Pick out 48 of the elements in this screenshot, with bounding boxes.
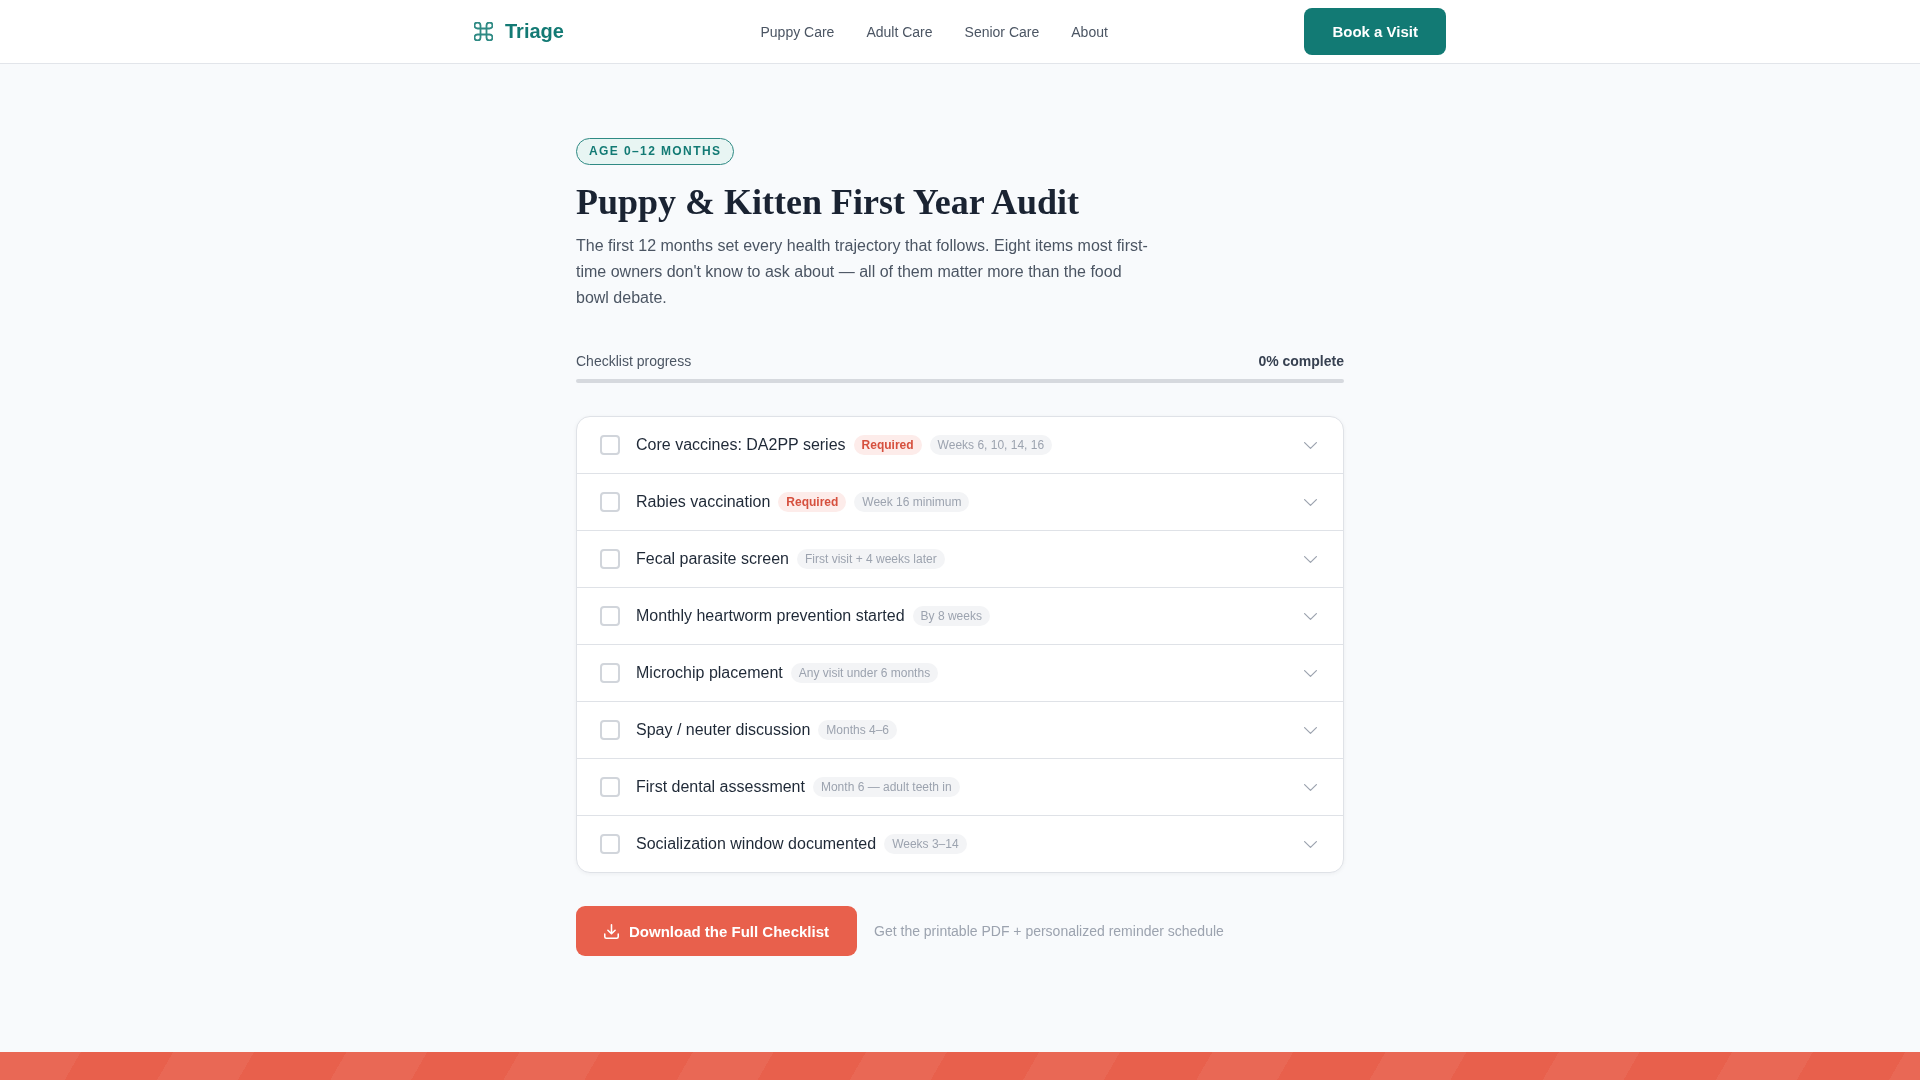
timing-tag: Months 4–6 — [818, 720, 898, 740]
timing-tag: Week 16 minimum — [854, 492, 970, 512]
checkbox[interactable] — [600, 549, 620, 569]
timing-tag: Weeks 3–14 — [884, 834, 967, 854]
nav-link[interactable]: Senior Care — [964, 23, 1040, 40]
progress-reading: 0% complete — [1258, 352, 1344, 371]
download-note: Get the printable PDF + personalized reminder schedule — [874, 923, 1224, 939]
book-visit-button[interactable]: Book a Visit — [1304, 8, 1446, 55]
checklist-item-title: Core vaccines: DA2PP series — [636, 436, 846, 454]
timing-tag: By 8 weeks — [912, 606, 990, 626]
required-tag: Required — [853, 435, 922, 455]
checklist-item-title: Spay / neuter discussion — [636, 721, 811, 739]
chevron-down-icon[interactable] — [1304, 441, 1317, 449]
timing-tag: Any visit under 6 months — [790, 663, 939, 683]
nav-link[interactable]: Adult Care — [866, 23, 933, 40]
age-badge: AGE 0–12 MONTHS — [576, 138, 735, 165]
checklist-item-title: Rabies vaccination — [636, 493, 771, 511]
checklist-item-title: First dental assessment — [636, 778, 805, 796]
checklist-item-title: Socialization window documented — [636, 835, 877, 853]
looped-cross-icon — [474, 22, 493, 41]
chevron-down-icon[interactable] — [1304, 669, 1317, 677]
chevron-down-icon[interactable] — [1304, 726, 1317, 734]
checkbox[interactable] — [600, 663, 620, 683]
checkbox[interactable] — [600, 834, 620, 854]
checklist-item-title: Microchip placement — [636, 664, 783, 682]
checkbox[interactable] — [600, 720, 620, 740]
timing-tag: Weeks 6, 10, 14, 16 — [929, 435, 1053, 455]
logo-link[interactable]: Triage — [474, 20, 564, 43]
timing-tag: First visit + 4 weeks later — [796, 549, 945, 569]
chevron-down-icon[interactable] — [1304, 498, 1317, 506]
chevron-down-icon[interactable] — [1304, 612, 1317, 620]
timing-tag: Month 6 — adult teeth in — [812, 777, 960, 797]
checkbox[interactable] — [600, 606, 620, 626]
page-title: Puppy & Kitten First Year Audit — [576, 181, 1079, 224]
checkbox[interactable] — [600, 435, 620, 455]
nav-link[interactable]: Puppy Care — [760, 23, 835, 40]
required-tag: Required — [778, 492, 847, 512]
checkbox[interactable] — [600, 777, 620, 797]
intro-paragraph: The first 12 months set every health trajectory that follows. Eight items most first-time owners don't know to ask about — all of them matter more than the food bowl debate. — [576, 236, 1149, 308]
progress-label: Checklist progress — [576, 352, 692, 371]
checklist-item-title: Monthly heartworm prevention started — [636, 607, 905, 625]
nav-link[interactable]: About — [1071, 23, 1108, 40]
chevron-down-icon[interactable] — [1304, 555, 1317, 563]
checklist-item-title: Fecal parasite screen — [636, 550, 789, 568]
chevron-down-icon[interactable] — [1304, 840, 1317, 848]
download-icon — [604, 923, 619, 939]
checkbox[interactable] — [600, 492, 620, 512]
chevron-down-icon[interactable] — [1304, 783, 1317, 791]
